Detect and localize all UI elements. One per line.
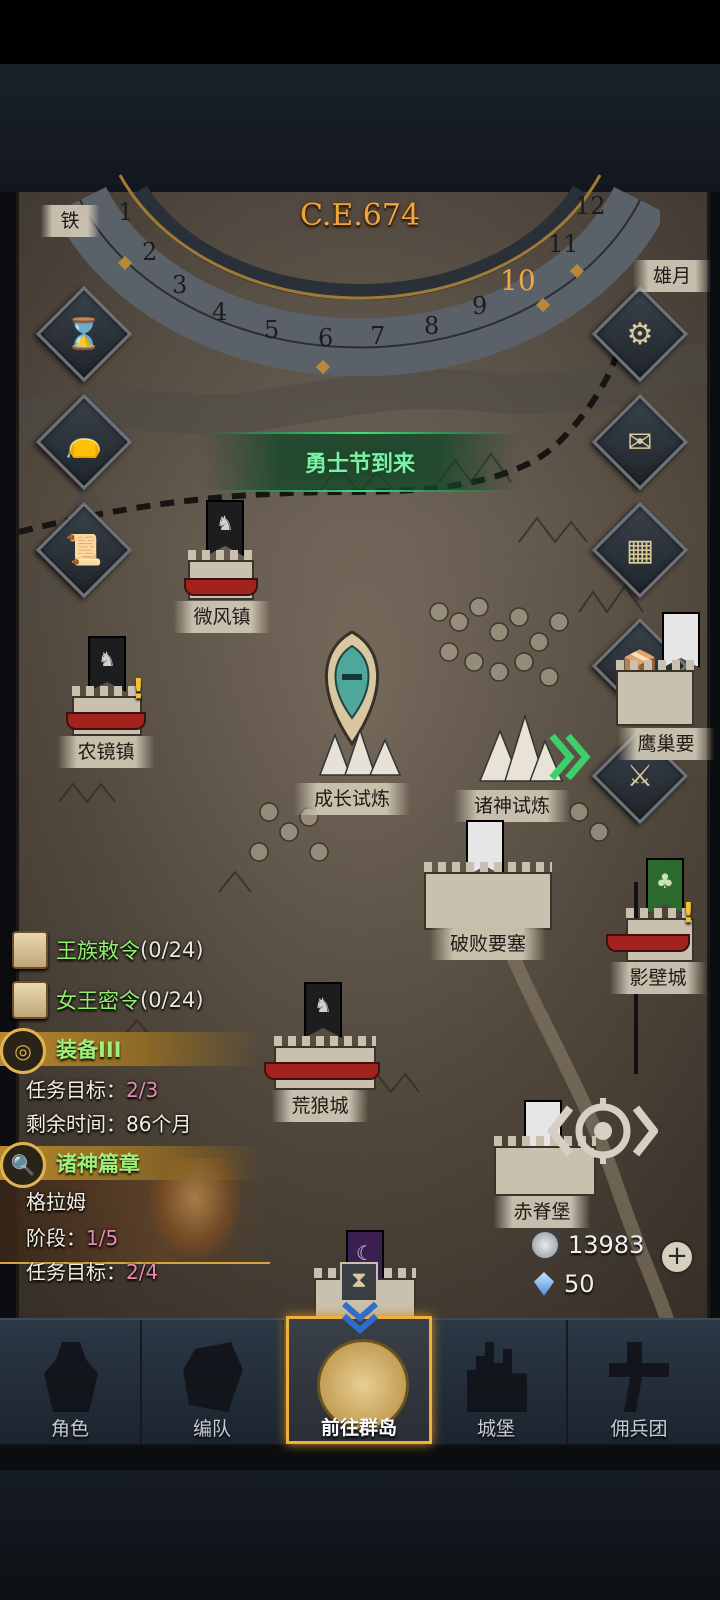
target-value: 2/3 xyxy=(126,1078,159,1102)
target-value: 2/4 xyxy=(126,1260,159,1284)
scroll-icon: 📜 xyxy=(65,532,103,568)
knight-icon xyxy=(44,1342,98,1412)
nav-castle-label: 城堡 xyxy=(476,1418,515,1440)
snow-trees-icon xyxy=(318,727,402,776)
crystal-amount: 50 xyxy=(564,1270,595,1298)
location-label-gods-trial[interactable]: 诸神试炼 xyxy=(453,790,571,822)
quest-queen-label: 女王密令 xyxy=(56,989,140,1013)
quest-royal-progress: (0/24) xyxy=(140,938,204,962)
quest-gods-stage: 阶段：1/5 xyxy=(26,1222,118,1251)
status-bar-area xyxy=(0,0,720,64)
quest-gods-header[interactable]: 🔍 诸神篇章 xyxy=(0,1142,260,1188)
add-resource-button[interactable]: + xyxy=(660,1240,694,1274)
alert-icon: ! xyxy=(682,896,695,929)
nav-character-label: 角色 xyxy=(50,1418,89,1440)
town-roof xyxy=(264,1062,380,1080)
banner-bottom-line xyxy=(200,490,520,492)
download-icon[interactable]: ⧗ xyxy=(340,1262,378,1302)
nav-character[interactable]: 角色 xyxy=(0,1320,142,1444)
stage-value: 1/5 xyxy=(86,1226,119,1250)
location-label-huanglang[interactable]: 荒狼城 xyxy=(271,1090,369,1122)
shop-icon: ▦ xyxy=(625,532,655,568)
quest-gods-title: 诸神篇章 xyxy=(56,1152,140,1176)
location-label-yingchao[interactable]: 鹰巢要 xyxy=(617,728,715,760)
mail-icon: ✉ xyxy=(627,424,653,460)
stage-label: 阶段： xyxy=(26,1226,86,1250)
quest-royal-order[interactable]: 王族敕令 (0/24) xyxy=(0,930,204,970)
location-label-yingbi[interactable]: 影壁城 xyxy=(609,962,707,994)
silver-resource: 13983 xyxy=(530,1230,644,1260)
time-label: 剩余时间： xyxy=(26,1112,126,1136)
scroll-icon xyxy=(12,931,48,969)
helmet-group-icon xyxy=(183,1342,243,1412)
event-banner[interactable]: 勇士节到来 xyxy=(200,432,520,492)
quest-equipment-title: 装备III xyxy=(56,1038,122,1062)
location-label-nongjing[interactable]: 农镜镇 xyxy=(57,736,155,768)
mercenary-icon xyxy=(609,1342,669,1412)
gear-icon: ⚙ xyxy=(626,316,654,352)
nav-go-islands[interactable]: 前往群岛 xyxy=(286,1316,432,1444)
town-roof xyxy=(606,934,690,952)
bottom-frame xyxy=(0,1470,720,1600)
nav-formation-label: 编队 xyxy=(192,1418,231,1440)
target-icon: ◎ xyxy=(0,1028,46,1074)
quest-equipment-header[interactable]: ◎ 装备III xyxy=(0,1028,260,1074)
scroll-icon xyxy=(12,981,48,1019)
town-roof xyxy=(184,578,258,596)
alert-icon: ! xyxy=(132,672,145,705)
top-frame xyxy=(0,64,720,192)
location-label-weifeng[interactable]: 微风镇 xyxy=(173,601,271,633)
double-chevron-right-icon[interactable] xyxy=(548,732,594,782)
nav-mercenary-label: 佣兵团 xyxy=(610,1418,668,1440)
quest-equipment-target: 任务目标：2/3 xyxy=(26,1074,158,1103)
quest-queen-progress: (0/24) xyxy=(140,988,204,1012)
time-value: 86个月 xyxy=(126,1112,192,1136)
quest-royal-label: 王族敕令 xyxy=(56,939,140,963)
quest-gods-target: 任务目标：2/4 xyxy=(26,1256,158,1285)
target-label: 任务目标： xyxy=(26,1078,126,1102)
crystal-resource: 50 xyxy=(534,1270,595,1298)
crystal-icon xyxy=(534,1272,554,1296)
banner-top-line xyxy=(200,432,520,434)
magnifier-icon: 🔍 xyxy=(0,1142,46,1188)
location-label-tie[interactable]: 铁 xyxy=(40,205,100,237)
silver-amount: 13983 xyxy=(568,1231,645,1259)
location-label-chiji[interactable]: 赤脊堡 xyxy=(493,1196,591,1228)
nav-castle[interactable]: 城堡 xyxy=(426,1320,568,1444)
quest-queen-order[interactable]: 女王密令 (0/24) xyxy=(0,980,204,1020)
nav-go-islands-label: 前往群岛 xyxy=(320,1417,397,1439)
year-label: C.E.674 xyxy=(299,198,421,233)
town-roof xyxy=(66,712,146,730)
hourglass-icon: ⌛ xyxy=(65,316,103,352)
quest-gods-character: 格拉姆 xyxy=(26,1190,86,1214)
nav-mercenary[interactable]: 佣兵团 xyxy=(568,1320,710,1444)
quest-equipment-time: 剩余时间：86个月 xyxy=(26,1108,191,1137)
silver-coin-icon xyxy=(530,1230,560,1260)
location-label-growth-trial[interactable]: 成长试炼 xyxy=(293,783,411,815)
event-banner-text: 勇士节到来 xyxy=(304,452,415,477)
castle-icon xyxy=(467,1342,527,1412)
location-label-ruined-fortress[interactable]: 破败要塞 xyxy=(429,928,547,960)
location-label-xiongyue[interactable]: 雄月 xyxy=(632,260,712,292)
arrow-right-icon xyxy=(632,1105,658,1157)
bag-icon: 👝 xyxy=(65,424,103,460)
nav-formation[interactable]: 编队 xyxy=(142,1320,284,1444)
fortress-ruined[interactable] xyxy=(424,862,552,930)
arrow-left-icon xyxy=(548,1105,574,1157)
chevron-down-icon xyxy=(342,1301,378,1334)
target-label: 任务目标： xyxy=(26,1260,126,1284)
town-yingchao[interactable] xyxy=(616,660,694,726)
locate-control[interactable] xyxy=(548,1096,658,1166)
